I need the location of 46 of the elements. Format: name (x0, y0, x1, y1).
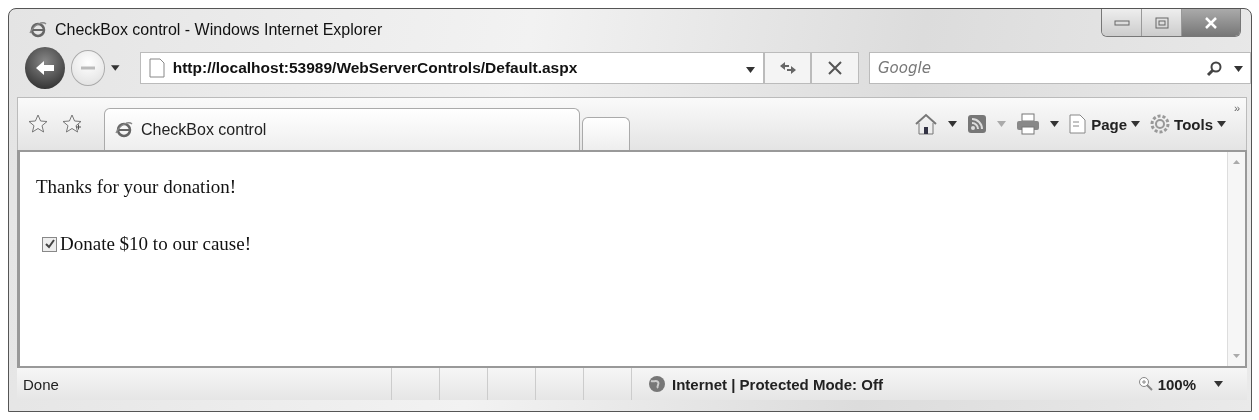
back-button[interactable] (25, 47, 65, 89)
magnifier-icon (1137, 376, 1154, 392)
minimize-button[interactable] (1102, 9, 1142, 36)
history-caret-icon[interactable] (111, 65, 120, 71)
browser-tab[interactable]: CheckBox control (104, 108, 580, 150)
search-field[interactable]: Google (869, 52, 1251, 84)
page-icon (1069, 114, 1088, 134)
page-menu-button[interactable]: Page (1069, 114, 1141, 134)
minimize-icon (1113, 19, 1130, 26)
refresh-button[interactable] (763, 52, 812, 84)
maximize-button[interactable] (1142, 9, 1182, 36)
home-icon[interactable] (914, 112, 939, 136)
new-tab-button[interactable] (582, 117, 630, 150)
star-icon[interactable] (28, 114, 48, 134)
status-text: Done (22, 375, 60, 393)
search-icon[interactable] (1206, 61, 1222, 77)
checkbox-label[interactable]: Donate $10 to our cause! (60, 233, 251, 255)
window-title: CheckBox control - Windows Internet Explorer (55, 21, 383, 39)
globe-icon (648, 375, 666, 393)
caret-icon (1131, 121, 1141, 127)
browser-logo-icon (115, 120, 133, 139)
dash-icon (79, 65, 98, 71)
zoom-button[interactable]: 100% (1137, 375, 1247, 393)
security-zone: Internet | Protected Mode: Off (672, 375, 883, 393)
search-caret-icon[interactable] (1234, 66, 1243, 72)
close-button[interactable] (1182, 9, 1240, 36)
tools-menu-button[interactable]: Tools (1150, 114, 1226, 134)
caret-icon (1217, 121, 1226, 127)
printer-icon[interactable] (1016, 113, 1041, 135)
print-caret-icon[interactable] (1050, 121, 1060, 127)
more-commands-button[interactable]: » (1233, 102, 1240, 114)
donate-checkbox[interactable] (42, 236, 57, 252)
address-field[interactable]: http://localhost:53989/WebServerControls/Default.aspx (139, 52, 764, 84)
caret-icon (1214, 381, 1223, 387)
browser-logo-icon (29, 21, 47, 39)
feed-icon[interactable] (967, 114, 988, 134)
page-icon (148, 58, 165, 78)
thank-you-message: Thanks for your donation! (36, 176, 237, 198)
gear-icon (1150, 114, 1171, 134)
maximize-icon (1154, 16, 1169, 29)
address-caret-icon[interactable] (745, 67, 755, 73)
stop-button[interactable] (811, 52, 859, 84)
home-caret-icon[interactable] (948, 121, 958, 127)
stop-icon (828, 61, 843, 75)
close-icon (1204, 16, 1218, 29)
add-star-icon[interactable] (62, 114, 82, 134)
